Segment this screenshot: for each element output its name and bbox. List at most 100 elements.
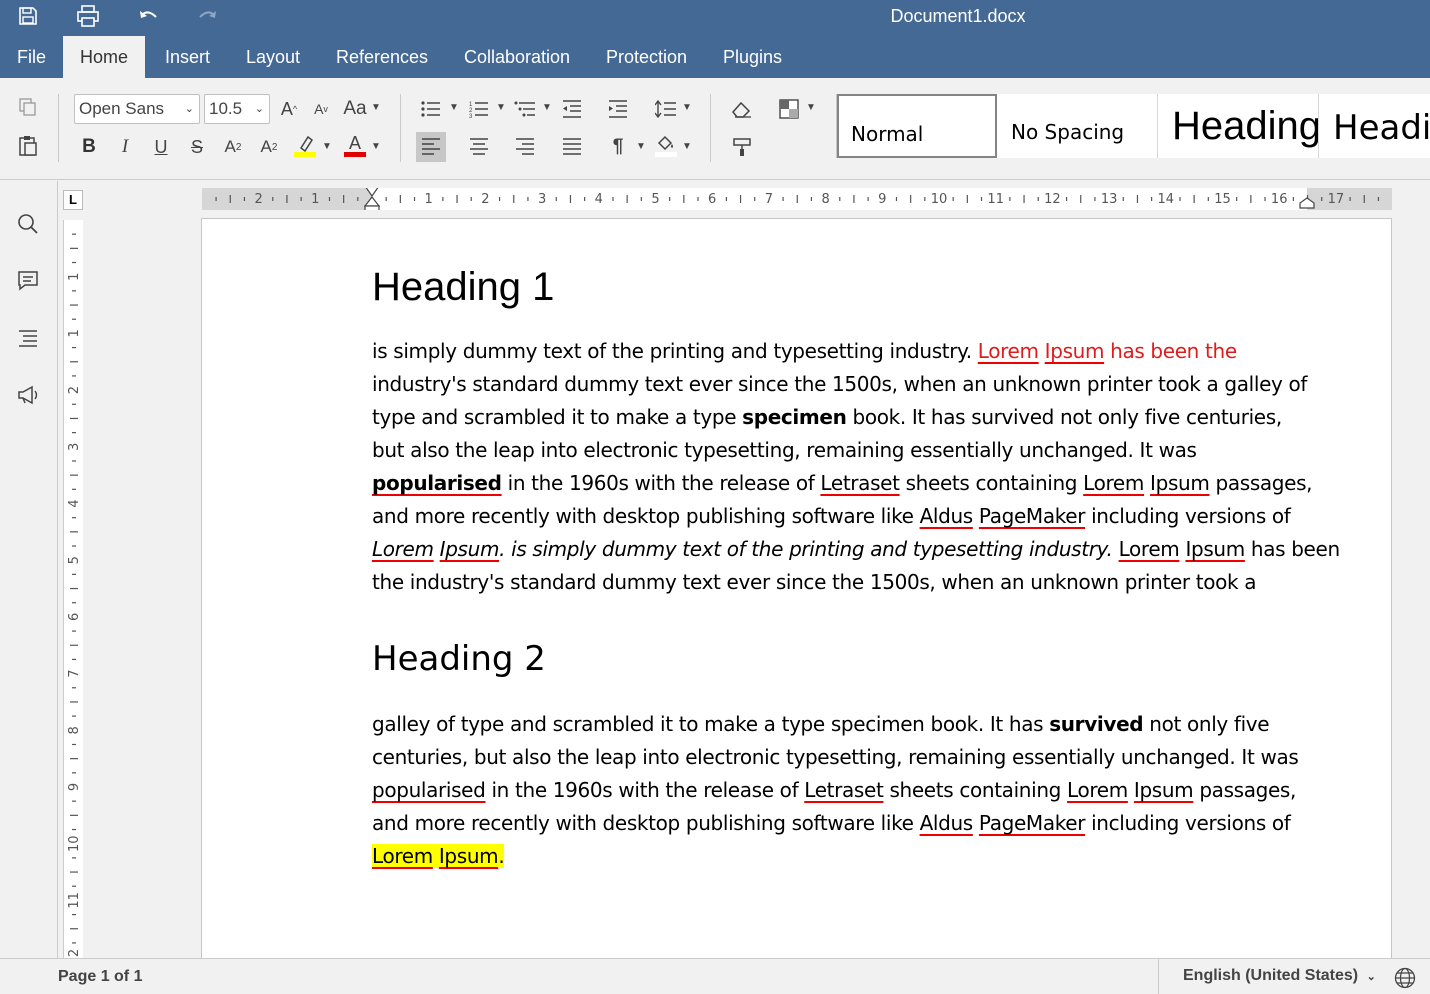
chevron-down-icon[interactable]: ▼ xyxy=(371,141,381,152)
style-no-spacing-label: No Spacing xyxy=(1011,120,1125,144)
shading-icon[interactable] xyxy=(651,130,681,160)
text-run: survived xyxy=(1049,712,1144,736)
tab-plugins[interactable]: Plugins xyxy=(706,36,799,78)
text-run: has been xyxy=(1244,537,1340,561)
text-line: is simply dummy text of the printing and… xyxy=(372,335,1312,368)
redo-icon[interactable] xyxy=(192,2,224,30)
ruler-label: 12 xyxy=(1044,192,1061,207)
italic-icon[interactable]: I xyxy=(110,132,140,162)
style-heading-2[interactable]: Heading 2 xyxy=(1319,94,1430,158)
highlight-color-icon[interactable] xyxy=(290,130,320,160)
font-color-icon[interactable]: A xyxy=(340,130,370,160)
increase-font-icon[interactable]: A ^ xyxy=(274,94,304,124)
decrease-indent-icon[interactable] xyxy=(557,94,587,124)
chevron-down-icon[interactable]: ▼ xyxy=(682,102,692,113)
font-size-combo[interactable]: 10.5 ⌄ xyxy=(204,94,270,124)
page[interactable]: Heading 1 is simply dummy text of the pr… xyxy=(201,218,1392,958)
ruler-label: 1 xyxy=(425,192,433,207)
feedback-icon[interactable] xyxy=(12,379,44,411)
style-normal[interactable]: Normal xyxy=(837,94,997,158)
tab-insert[interactable]: Insert xyxy=(148,36,227,78)
text-run: popularised xyxy=(372,778,486,802)
globe-icon[interactable] xyxy=(1394,967,1416,994)
copy-icon[interactable] xyxy=(13,92,43,122)
decrease-font-icon[interactable]: Av xyxy=(306,94,336,124)
style-no-spacing[interactable]: No Spacing xyxy=(997,94,1158,158)
comments-icon[interactable] xyxy=(12,265,44,297)
paragraph-2[interactable]: galley of type and scrambled it to make … xyxy=(372,708,1312,873)
align-left-icon[interactable] xyxy=(416,132,446,162)
color-scheme-icon[interactable] xyxy=(774,94,804,124)
text-run: passages, xyxy=(1209,471,1313,495)
tab-layout[interactable]: Layout xyxy=(229,36,317,78)
tab-stop-selector[interactable]: L xyxy=(63,190,83,210)
text-run: sheets containing xyxy=(899,471,1084,495)
clear-style-icon[interactable] xyxy=(727,94,757,124)
ruler-label: 6 xyxy=(67,613,82,621)
text-line: type and scrambled it to make a type spe… xyxy=(372,401,1312,434)
chevron-down-icon[interactable]: ▼ xyxy=(322,141,332,152)
superscript-icon[interactable]: A2 xyxy=(218,132,248,162)
tab-protection[interactable]: Protection xyxy=(589,36,704,78)
chevron-down-icon[interactable]: ▼ xyxy=(449,102,459,113)
page-count[interactable]: Page 1 of 1 xyxy=(58,968,142,986)
paragraph-mark-icon[interactable]: ¶ xyxy=(603,132,633,162)
ruler-label: 9 xyxy=(878,192,886,207)
underline-icon[interactable]: U xyxy=(146,132,176,162)
ruler-label: 12 xyxy=(67,949,82,958)
heading-2[interactable]: Heading 2 xyxy=(372,639,546,679)
text-line: galley of type and scrambled it to make … xyxy=(372,708,1312,741)
vertical-ruler[interactable]: 112345678910111213 xyxy=(63,220,83,958)
change-case-icon[interactable]: Aa xyxy=(340,94,370,124)
ruler-label: 1 xyxy=(67,329,82,337)
tab-collaboration[interactable]: Collaboration xyxy=(447,36,587,78)
text-run: including versions of xyxy=(1085,504,1291,528)
chevron-down-icon[interactable]: ▼ xyxy=(806,102,816,113)
strikethrough-icon[interactable]: S xyxy=(182,132,212,162)
text-run: including versions of xyxy=(1085,811,1291,835)
chevron-down-icon[interactable]: ▼ xyxy=(682,141,692,152)
ruler-label: 11 xyxy=(67,892,82,909)
copy-style-icon[interactable] xyxy=(727,132,757,162)
paste-icon[interactable] xyxy=(13,131,43,161)
ruler-label: 4 xyxy=(67,499,82,507)
paragraph-1[interactable]: is simply dummy text of the printing and… xyxy=(372,335,1340,599)
bold-icon[interactable]: B xyxy=(74,132,104,162)
line-spacing-icon[interactable] xyxy=(651,94,681,124)
chevron-down-icon[interactable]: ▼ xyxy=(371,102,381,113)
ruler-label: 1 xyxy=(311,192,319,207)
chevron-down-icon[interactable]: ▼ xyxy=(542,102,552,113)
chevron-down-icon[interactable]: ▼ xyxy=(636,141,646,152)
numbering-icon[interactable]: 123 xyxy=(464,94,494,124)
font-name-combo[interactable]: Open Sans ⌄ xyxy=(74,94,200,124)
chevron-down-icon[interactable]: ▼ xyxy=(496,102,506,113)
tab-file[interactable]: File xyxy=(0,36,63,78)
increase-indent-icon[interactable] xyxy=(603,94,633,124)
document-title: Document1.docx xyxy=(890,6,1026,26)
tab-references[interactable]: References xyxy=(319,36,445,78)
navigation-icon[interactable] xyxy=(12,322,44,354)
tab-home[interactable]: Home xyxy=(63,36,146,78)
heading-1[interactable]: Heading 1 xyxy=(372,265,554,310)
language-selector[interactable]: English (United States) ⌄ xyxy=(1158,959,1390,994)
print-icon[interactable] xyxy=(72,2,104,30)
font-size-value: 10.5 xyxy=(209,99,243,118)
align-center-icon[interactable] xyxy=(464,132,494,162)
text-run: Lorem xyxy=(372,844,433,868)
style-heading-1[interactable]: Heading 1 xyxy=(1158,94,1319,158)
horizontal-ruler[interactable]: 2 1 1 2 3 4 5 6 7 8 9 10 11 12 13 14 15 16 17 xyxy=(202,188,1392,210)
save-icon[interactable] xyxy=(12,2,44,30)
justify-icon[interactable] xyxy=(557,132,587,162)
search-icon[interactable] xyxy=(12,208,44,240)
text-run: passages, xyxy=(1193,778,1297,802)
undo-icon[interactable] xyxy=(132,2,164,30)
subscript-icon[interactable]: A2 xyxy=(254,132,284,162)
toolbar-separator xyxy=(58,94,59,162)
ruler-label: 2 xyxy=(481,192,489,207)
multilevel-list-icon[interactable] xyxy=(510,94,540,124)
toolbar-separator xyxy=(400,94,401,162)
ruler-label: 2 xyxy=(254,192,262,207)
align-right-icon[interactable] xyxy=(510,132,540,162)
bullets-icon[interactable] xyxy=(416,94,446,124)
ruler-label: 8 xyxy=(67,726,82,734)
